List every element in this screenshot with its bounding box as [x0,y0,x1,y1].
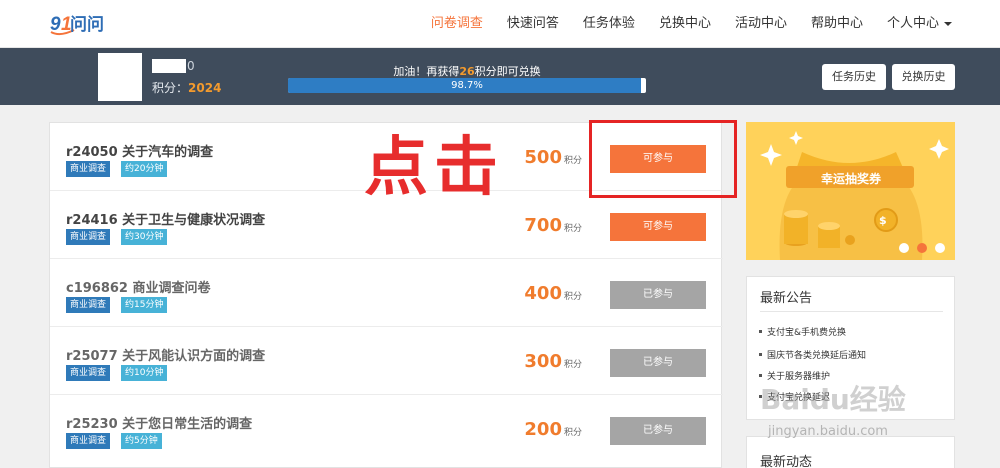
progress-prefix: 加油！再获得 [393,65,460,78]
lucky-bag-illustration [746,122,955,260]
click-highlight-box [589,120,737,198]
survey-title[interactable]: c196862 商业调查问卷 [66,277,211,296]
duration-tag: 约10分钟 [121,365,168,381]
survey-points: 300 积分 [522,351,582,372]
points-unit: 积分 [563,292,582,302]
nav-help-center[interactable]: 帮助中心 [811,0,863,48]
duration-tag: 约30分钟 [121,229,168,245]
announcements-title: 最新公告 [760,291,813,306]
category-tag: 商业调查 [66,161,111,177]
coin-icon: $ [879,214,887,227]
joined-survey-button[interactable]: 已参与 [610,349,706,377]
survey-title[interactable]: r24416 关于卫生与健康状况调查 [66,209,265,228]
points-amount: 300 [524,351,562,372]
nav-exchange-center[interactable]: 兑换中心 [659,0,711,48]
click-annotation-text: 点击 [364,131,504,205]
announcement-item[interactable]: 支付宝&手机费兑换 [758,325,846,338]
progress-needed: 26 [459,65,475,78]
svg-text:问问: 问问 [70,14,104,34]
announcement-item[interactable]: 国庆节各类兑换延后通知 [758,348,866,361]
progress-percent: 98.7% [451,80,483,91]
category-tag: 商业调查 [66,297,111,313]
avatar[interactable] [98,53,142,101]
points-unit: 积分 [563,428,582,438]
duration-tag: 约5分钟 [121,433,162,449]
progress-bar: 98.7% [288,78,646,93]
joined-survey-button[interactable]: 已参与 [610,281,706,309]
join-survey-button[interactable]: 可参与 [610,213,706,241]
survey-points: 400 积分 [522,283,582,304]
survey-title[interactable]: r25077 关于风能认识方面的调查 [66,345,265,364]
category-tag: 商业调查 [66,433,111,449]
survey-points: 700 积分 [522,215,582,236]
category-tag: 商业调查 [66,229,111,245]
category-tag: 商业调查 [66,365,111,381]
points-amount: 500 [524,147,562,168]
svg-text:9: 9 [50,14,61,35]
divider [760,311,943,312]
points-display: 积分：2024 [152,79,221,96]
nav-activity-center[interactable]: 活动中心 [735,0,787,48]
watermark-url: jingyan.baidu.com [768,424,888,439]
points-label: 积分： [152,81,189,95]
nav-quick-qa[interactable]: 快速问答 [507,0,559,48]
points-amount: 200 [524,419,562,440]
progress-hint: 加油！再获得26积分即可兑换 [288,63,646,79]
lottery-banner[interactable]: 幸运抽奖券 $ [746,122,955,260]
activity-panel: 最新动态 [746,436,955,468]
survey-title[interactable]: r25230 关于您日常生活的调查 [66,413,252,432]
points-unit: 积分 [563,156,582,166]
banner-title: 幸运抽奖券 [820,172,881,186]
joined-survey-button[interactable]: 已参与 [610,417,706,445]
points-unit: 积分 [563,360,582,370]
user-status-bar: 0 积分：2024 加油！再获得26积分即可兑换 98.7% 任务历史 兑换历史 [0,48,1000,105]
nav-surveys[interactable]: 问卷调查 [431,0,483,48]
nav-task-experience[interactable]: 任务体验 [583,0,635,48]
exchange-history-button[interactable]: 兑换历史 [892,64,955,90]
points-value: 2024 [188,81,222,95]
top-navigation: 9 1 问问 问卷调查 快速问答 任务体验 兑换中心 活动中心 帮助中心 个人中… [0,0,1000,48]
activity-title: 最新动态 [760,455,813,468]
points-amount: 700 [524,215,562,236]
duration-tag: 约20分钟 [121,161,168,177]
task-history-button[interactable]: 任务历史 [822,64,886,90]
survey-row: r25077 关于风能认识方面的调查 商业调查 约10分钟 300 积分 已参与 [50,327,723,395]
username: 0 [187,59,195,73]
survey-points: 200 积分 [522,419,582,440]
survey-points: 500 积分 [522,147,582,168]
nav-user-menu[interactable]: 个人中心 [887,0,952,48]
points-amount: 400 [524,283,562,304]
survey-row: c196862 商业调查问卷 商业调查 约15分钟 400 积分 已参与 [50,259,723,327]
site-logo[interactable]: 9 1 问问 [48,10,110,40]
progress-suffix: 积分即可兑换 [474,65,541,78]
username-mask [152,59,186,73]
user-menu-label: 个人中心 [886,16,939,31]
watermark-logo: Baidu经验 [760,383,906,416]
duration-tag: 约15分钟 [121,297,168,313]
survey-title[interactable]: r24050 关于汽车的调查 [66,141,213,160]
survey-row: r25230 关于您日常生活的调查 商业调查 约5分钟 200 积分 已参与 [50,395,723,463]
points-unit: 积分 [563,224,582,234]
chevron-down-icon [944,21,952,26]
